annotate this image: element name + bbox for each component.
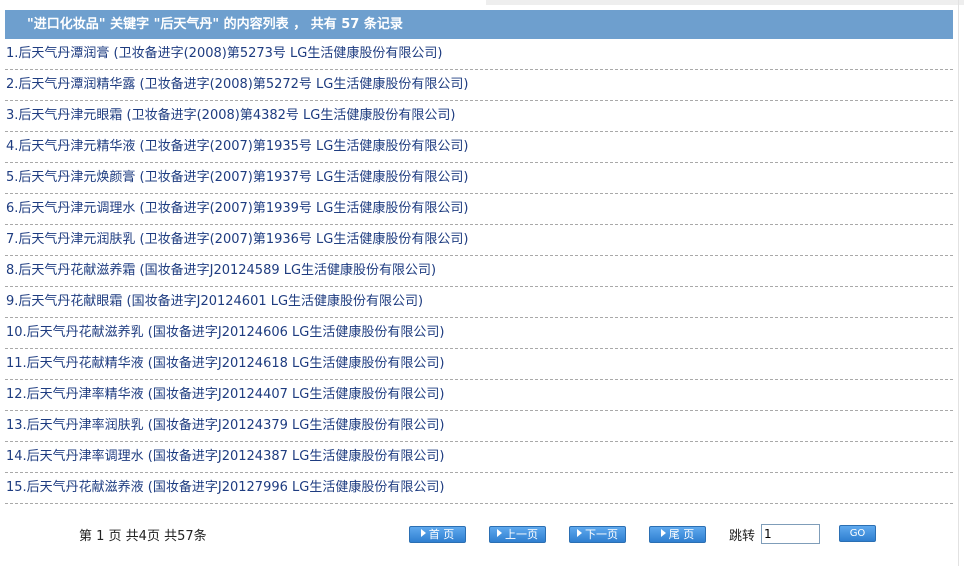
list-item: 14.后天气丹津率调理水 (国妆备进字J20124387 LG生活健康股份有限公… bbox=[5, 442, 953, 473]
list-item: 15.后天气丹花献滋养液 (国妆备进字J20127996 LG生活健康股份有限公… bbox=[5, 473, 953, 504]
first-page-button[interactable]: 首 页 bbox=[409, 526, 466, 543]
last-page-button[interactable]: 尾 页 bbox=[649, 526, 706, 543]
list-item-link[interactable]: 3.后天气丹津元眼霜 (卫妆备进字(2008)第4382号 LG生活健康股份有限… bbox=[6, 108, 455, 123]
last-page-label: 尾 页 bbox=[668, 528, 695, 541]
triangle-right-icon bbox=[660, 529, 666, 537]
triangle-right-icon bbox=[420, 529, 426, 537]
first-page-label: 首 页 bbox=[428, 528, 455, 541]
list-item-link[interactable]: 15.后天气丹花献滋养液 (国妆备进字J20127996 LG生活健康股份有限公… bbox=[6, 480, 444, 495]
header-prefix: "进口化妆品" 关键字 "后天气丹" 的内容列表 ， 共有 bbox=[27, 17, 342, 32]
list-item-link[interactable]: 7.后天气丹津元润肤乳 (卫妆备进字(2007)第1936号 LG生活健康股份有… bbox=[6, 232, 468, 247]
top-border bbox=[486, 0, 964, 5]
record-count: 57 bbox=[341, 17, 360, 32]
prev-page-label: 上一页 bbox=[505, 528, 538, 541]
triangle-right-icon bbox=[577, 529, 582, 537]
list-item-link[interactable]: 11.后天气丹花献精华液 (国妆备进字J20124618 LG生活健康股份有限公… bbox=[6, 356, 444, 371]
list-item: 12.后天气丹津率精华液 (国妆备进字J20124407 LG生活健康股份有限公… bbox=[5, 380, 953, 411]
list-item: 1.后天气丹潭润膏 (卫妆备进字(2008)第5273号 LG生活健康股份有限公… bbox=[5, 39, 953, 70]
jump-label: 跳转 bbox=[729, 529, 756, 544]
next-page-button[interactable]: 下一页 bbox=[569, 526, 626, 543]
next-page-label: 下一页 bbox=[585, 528, 618, 541]
list-item-link[interactable]: 13.后天气丹津率润肤乳 (国妆备进字J20124379 LG生活健康股份有限公… bbox=[6, 418, 444, 433]
header-suffix: 条记录 bbox=[359, 17, 403, 32]
prev-page-button[interactable]: 上一页 bbox=[489, 526, 546, 543]
list-item: 11.后天气丹花献精华液 (国妆备进字J20124618 LG生活健康股份有限公… bbox=[5, 349, 953, 380]
list-item-link[interactable]: 5.后天气丹津元焕颜膏 (卫妆备进字(2007)第1937号 LG生活健康股份有… bbox=[6, 170, 468, 185]
pagination-info: 第 1 页 共4页 共57条 bbox=[79, 529, 207, 544]
list-item-link[interactable]: 1.后天气丹潭润膏 (卫妆备进字(2008)第5273号 LG生活健康股份有限公… bbox=[6, 46, 442, 61]
triangle-right-icon bbox=[497, 529, 502, 537]
list-item-link[interactable]: 6.后天气丹津元调理水 (卫妆备进字(2007)第1939号 LG生活健康股份有… bbox=[6, 201, 468, 216]
list-item: 8.后天气丹花献滋养霜 (国妆备进字J20124589 LG生活健康股份有限公司… bbox=[5, 256, 953, 287]
list-item-link[interactable]: 9.后天气丹花献眼霜 (国妆备进字J20124601 LG生活健康股份有限公司) bbox=[6, 294, 423, 309]
list-item: 2.后天气丹潭润精华露 (卫妆备进字(2008)第5272号 LG生活健康股份有… bbox=[5, 70, 953, 101]
list-item-link[interactable]: 14.后天气丹津率调理水 (国妆备进字J20124387 LG生活健康股份有限公… bbox=[6, 449, 444, 464]
jump-page-input[interactable] bbox=[761, 524, 820, 544]
list-item-link[interactable]: 8.后天气丹花献滋养霜 (国妆备进字J20124589 LG生活健康股份有限公司… bbox=[6, 263, 436, 278]
list-header: "进口化妆品" 关键字 "后天气丹" 的内容列表 ， 共有 57 条记录 bbox=[5, 10, 953, 39]
list-item: 7.后天气丹津元润肤乳 (卫妆备进字(2007)第1936号 LG生活健康股份有… bbox=[5, 225, 953, 256]
right-divider bbox=[958, 0, 959, 566]
go-button[interactable]: GO bbox=[839, 525, 876, 542]
list-item: 6.后天气丹津元调理水 (卫妆备进字(2007)第1939号 LG生活健康股份有… bbox=[5, 194, 953, 225]
list-item-link[interactable]: 12.后天气丹津率精华液 (国妆备进字J20124407 LG生活健康股份有限公… bbox=[6, 387, 444, 402]
list-item: 9.后天气丹花献眼霜 (国妆备进字J20124601 LG生活健康股份有限公司) bbox=[5, 287, 953, 318]
list-item-link[interactable]: 10.后天气丹花献滋养乳 (国妆备进字J20124606 LG生活健康股份有限公… bbox=[6, 325, 444, 340]
list-item: 5.后天气丹津元焕颜膏 (卫妆备进字(2007)第1937号 LG生活健康股份有… bbox=[5, 163, 953, 194]
list-item-link[interactable]: 2.后天气丹潭润精华露 (卫妆备进字(2008)第5272号 LG生活健康股份有… bbox=[6, 77, 468, 92]
list-item: 3.后天气丹津元眼霜 (卫妆备进字(2008)第4382号 LG生活健康股份有限… bbox=[5, 101, 953, 132]
list-item-link[interactable]: 4.后天气丹津元精华液 (卫妆备进字(2007)第1935号 LG生活健康股份有… bbox=[6, 139, 468, 154]
list-item: 4.后天气丹津元精华液 (卫妆备进字(2007)第1935号 LG生活健康股份有… bbox=[5, 132, 953, 163]
list-item: 13.后天气丹津率润肤乳 (国妆备进字J20124379 LG生活健康股份有限公… bbox=[5, 411, 953, 442]
result-list: 1.后天气丹潭润膏 (卫妆备进字(2008)第5273号 LG生活健康股份有限公… bbox=[5, 39, 953, 504]
list-item: 10.后天气丹花献滋养乳 (国妆备进字J20124606 LG生活健康股份有限公… bbox=[5, 318, 953, 349]
